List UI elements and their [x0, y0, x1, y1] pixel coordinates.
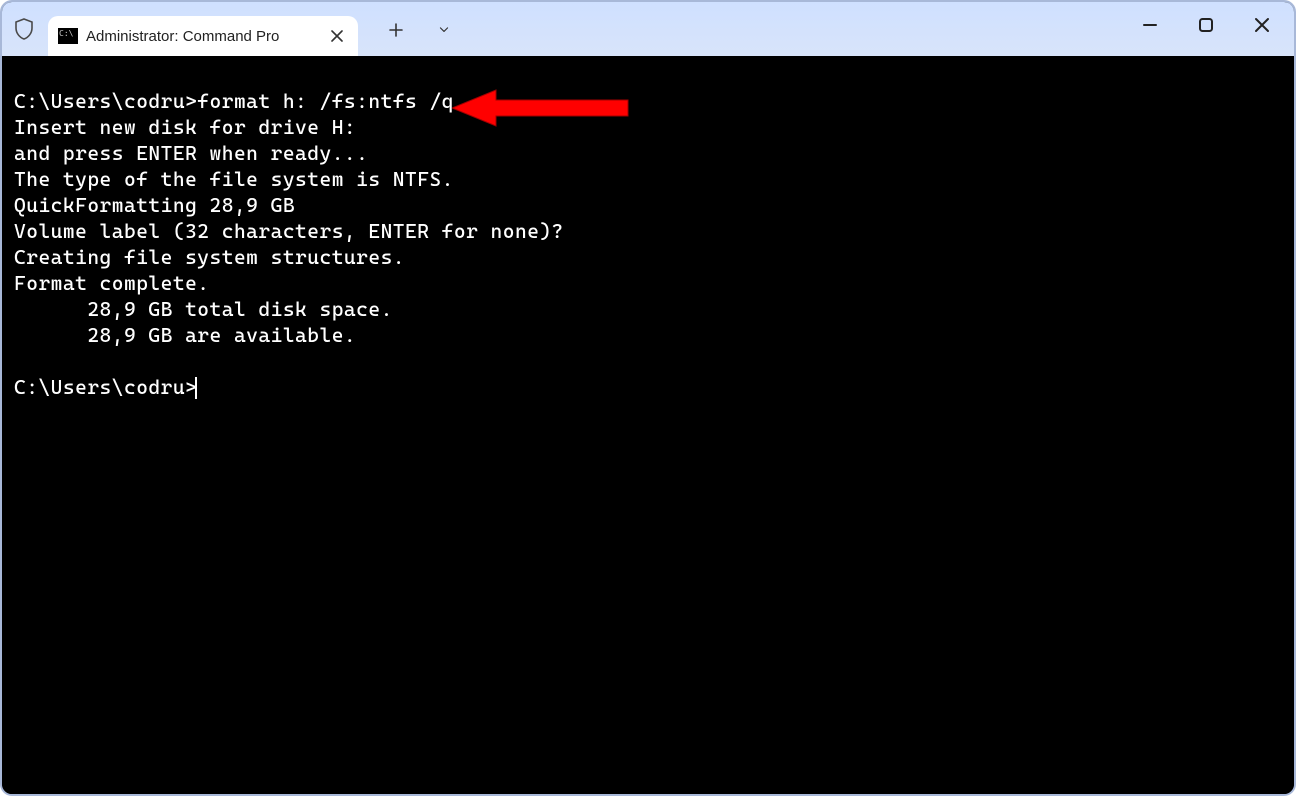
terminal-line: C:\Users\codru>format h: /fs:ntfs /q	[14, 89, 454, 113]
terminal-line: Volume label (32 characters, ENTER for n…	[14, 219, 564, 243]
tab-title: Administrator: Command Pro	[86, 28, 318, 45]
terminal-output[interactable]: C:\Users\codru>format h: /fs:ntfs /q Ins…	[2, 56, 1294, 794]
terminal-line: 28,9 GB are available.	[14, 323, 356, 347]
cmd-icon	[58, 28, 78, 44]
terminal-line: QuickFormatting 28,9 GB	[14, 193, 295, 217]
active-tab[interactable]: Administrator: Command Pro	[48, 16, 358, 56]
new-tab-button[interactable]	[386, 20, 406, 40]
terminal-line: Insert new disk for drive H:	[14, 115, 356, 139]
tab-controls	[386, 20, 454, 40]
arrow-annotation-icon	[452, 84, 632, 132]
cursor	[195, 377, 197, 399]
minimize-button[interactable]	[1122, 3, 1178, 47]
close-button[interactable]	[1234, 3, 1290, 47]
terminal-line: and press ENTER when ready...	[14, 141, 368, 165]
terminal-line: 28,9 GB total disk space.	[14, 297, 393, 321]
shield-icon	[10, 15, 38, 43]
terminal-line: Creating file system structures.	[14, 245, 405, 269]
tab-close-button[interactable]	[326, 25, 348, 47]
terminal-line: The type of the file system is NTFS.	[14, 167, 454, 191]
maximize-button[interactable]	[1178, 3, 1234, 47]
tab-dropdown-button[interactable]	[434, 20, 454, 40]
titlebar: Administrator: Command Pro	[2, 2, 1294, 56]
terminal-window: Administrator: Command Pro	[0, 0, 1296, 796]
terminal-prompt: C:\Users\codru>	[14, 375, 197, 399]
terminal-line: Format complete.	[14, 271, 210, 295]
window-controls	[1122, 2, 1290, 48]
